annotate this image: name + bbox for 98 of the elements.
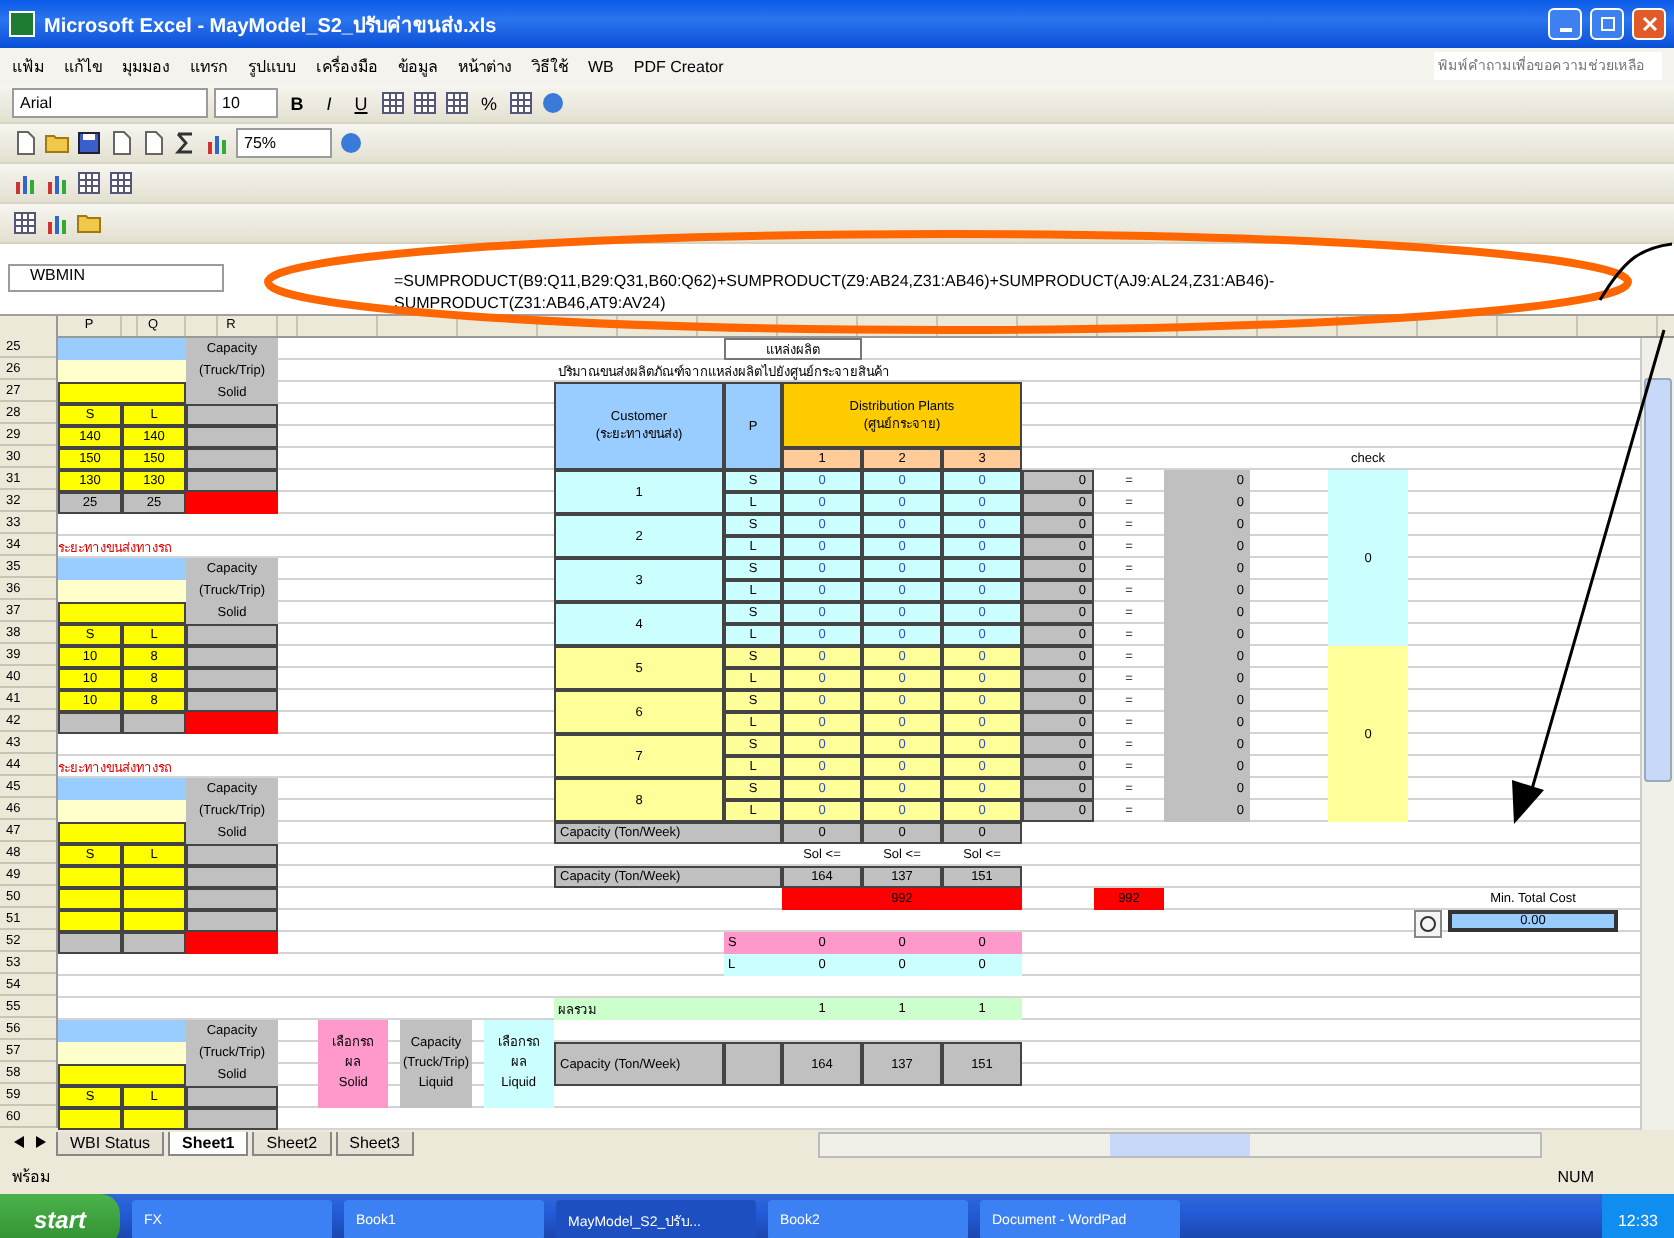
table-cell bbox=[186, 668, 278, 690]
close-icon bbox=[1641, 16, 1657, 32]
folder-icon[interactable] bbox=[76, 210, 102, 236]
table-cell bbox=[186, 932, 278, 954]
formula-text[interactable]: =SUMPRODUCT(B9:Q11,B29:Q31,B60:Q62)+SUMPRODUCT(Z9:AB24,Z31:AB46)+SUMPRODUCT(AJ9:AL24,Z31:AB46)-SUMPRODUCT(Z31:AB46,AT9:AV24) bbox=[394, 244, 1354, 314]
menu-item[interactable]: มุมมอง bbox=[122, 53, 170, 79]
zoom-field[interactable]: 75% bbox=[236, 128, 332, 158]
horizontal-scrollbar[interactable] bbox=[817, 1131, 1542, 1157]
left-arrow-icon bbox=[12, 1136, 24, 1148]
clock: 12:33 bbox=[1601, 1194, 1674, 1238]
chart-icon[interactable] bbox=[44, 170, 70, 196]
grid-icon[interactable] bbox=[508, 90, 534, 116]
table-cell bbox=[58, 778, 186, 800]
percent-button[interactable]: % bbox=[476, 89, 502, 117]
num-lock-indicator: NUM bbox=[1557, 1167, 1594, 1185]
sheet-tab[interactable]: Sheet2 bbox=[252, 1132, 332, 1156]
table-cell bbox=[186, 910, 278, 932]
menu-item[interactable]: แก้ไข bbox=[64, 53, 102, 79]
table-cell bbox=[186, 404, 278, 426]
minimize-button[interactable] bbox=[1548, 8, 1582, 40]
table-cell bbox=[186, 888, 278, 910]
grid-icon[interactable] bbox=[412, 90, 438, 116]
table-cell bbox=[58, 602, 186, 624]
grid-icon[interactable] bbox=[12, 210, 38, 236]
table-cell bbox=[186, 492, 278, 514]
table-cell bbox=[186, 1086, 278, 1108]
excel-icon bbox=[8, 10, 36, 38]
restore-icon bbox=[1599, 16, 1615, 32]
font-size-field[interactable]: 10 bbox=[214, 88, 278, 118]
menu-item[interactable]: แฟ้ม bbox=[12, 53, 44, 79]
grid-icon[interactable] bbox=[108, 170, 134, 196]
table-cell bbox=[58, 712, 122, 734]
chart-icon[interactable] bbox=[204, 130, 230, 156]
table-cell bbox=[58, 580, 186, 602]
status-text: พร้อม bbox=[12, 1165, 50, 1189]
table-cell bbox=[122, 712, 186, 734]
underline-button[interactable]: U bbox=[348, 89, 374, 117]
sheet-tab[interactable]: WBI Status bbox=[56, 1132, 165, 1156]
table-cell bbox=[58, 932, 122, 954]
menu-item[interactable]: หน้าต่าง bbox=[458, 53, 512, 79]
table-cell bbox=[58, 338, 186, 360]
table-cell bbox=[724, 1042, 782, 1086]
menu-item[interactable]: PDF Creator bbox=[633, 57, 724, 75]
restore-button[interactable] bbox=[1590, 8, 1624, 40]
italic-button[interactable]: I bbox=[316, 89, 342, 117]
macro-button-icon[interactable] bbox=[1414, 910, 1442, 938]
sum-icon[interactable] bbox=[172, 130, 198, 156]
table-cell bbox=[58, 382, 186, 404]
table-cell bbox=[122, 866, 186, 888]
sheet-tab[interactable]: Sheet1 bbox=[168, 1132, 249, 1156]
vertical-scrollbar[interactable] bbox=[1640, 338, 1674, 1130]
menu-item[interactable]: รูปแบบ bbox=[248, 53, 296, 79]
grid-icon[interactable] bbox=[380, 90, 406, 116]
table-cell bbox=[186, 624, 278, 646]
table-cell bbox=[122, 932, 186, 954]
table-cell bbox=[58, 822, 186, 844]
table-cell bbox=[186, 426, 278, 448]
table-cell bbox=[58, 360, 186, 382]
chart-icon[interactable] bbox=[12, 170, 38, 196]
table-cell bbox=[186, 646, 278, 668]
table-cell bbox=[122, 1108, 186, 1130]
right-arrow-icon bbox=[36, 1136, 48, 1148]
table-cell bbox=[58, 888, 122, 910]
table-cell bbox=[186, 448, 278, 470]
table-cell bbox=[58, 1108, 122, 1130]
menu-item[interactable]: WB bbox=[588, 57, 614, 75]
font-field[interactable]: Arial bbox=[12, 88, 208, 118]
table-cell bbox=[122, 888, 186, 910]
folder-icon[interactable] bbox=[44, 130, 70, 156]
table-cell bbox=[122, 910, 186, 932]
chart-icon[interactable] bbox=[44, 210, 70, 236]
close-button[interactable] bbox=[1632, 8, 1666, 40]
table-cell bbox=[186, 690, 278, 712]
table-cell bbox=[58, 866, 122, 888]
table-cell bbox=[58, 558, 186, 580]
bold-button[interactable]: B bbox=[284, 89, 310, 117]
page-icon[interactable] bbox=[108, 130, 134, 156]
menu-item[interactable]: ข้อมูล bbox=[398, 53, 438, 79]
name-box[interactable]: WBMIN bbox=[8, 264, 224, 292]
page-icon[interactable] bbox=[140, 130, 166, 156]
sheet-tab[interactable]: Sheet3 bbox=[335, 1132, 414, 1156]
table-cell bbox=[186, 844, 278, 866]
page-icon[interactable] bbox=[12, 130, 38, 156]
menu-item[interactable]: แทรก bbox=[190, 53, 228, 79]
menu-item[interactable]: วิธีใช้ bbox=[532, 53, 568, 79]
grid-icon[interactable] bbox=[444, 90, 470, 116]
table-cell bbox=[58, 800, 186, 822]
table-cell bbox=[58, 910, 122, 932]
table-cell bbox=[186, 1108, 278, 1130]
grid-icon[interactable] bbox=[76, 170, 102, 196]
menu-item[interactable]: เครื่องมือ bbox=[316, 53, 378, 79]
table-cell bbox=[186, 866, 278, 888]
window-title: Microsoft Excel - MayModel_S2_ปรับค่าขนส่ง.xls bbox=[44, 13, 499, 39]
table-cell bbox=[186, 470, 278, 492]
table-cell bbox=[58, 1020, 186, 1042]
table-cell bbox=[58, 1064, 186, 1086]
table-cell bbox=[186, 712, 278, 734]
table-cell bbox=[58, 1042, 186, 1064]
